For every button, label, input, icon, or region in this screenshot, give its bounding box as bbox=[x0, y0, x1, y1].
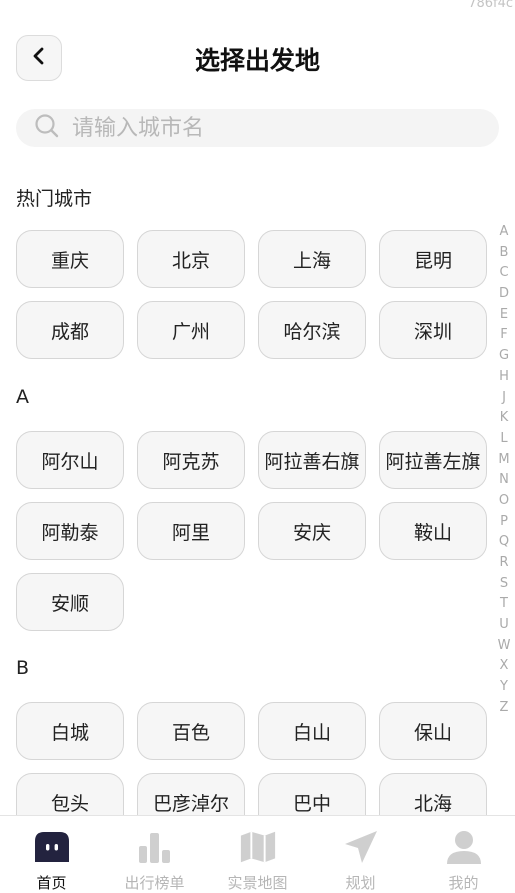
tab-live-map[interactable]: 实景地图 bbox=[206, 816, 309, 893]
navigation-icon bbox=[342, 828, 380, 866]
city-button[interactable]: 安顺 bbox=[16, 573, 124, 631]
page-title: 选择出发地 bbox=[194, 46, 320, 75]
index-letter[interactable]: T bbox=[500, 594, 508, 615]
city-button[interactable]: 北海 bbox=[379, 773, 487, 815]
index-letter[interactable]: P bbox=[500, 512, 508, 533]
city-button[interactable]: 深圳 bbox=[379, 301, 487, 359]
city-button[interactable]: 巴彦淖尔 bbox=[137, 773, 245, 815]
tab-label: 规划 bbox=[345, 874, 376, 892]
index-letter[interactable]: N bbox=[499, 470, 509, 491]
section-b-grid: 白城 百色 白山 保山 包头 巴彦淖尔 巴中 北海 bbox=[16, 702, 488, 815]
index-letter[interactable]: Y bbox=[500, 677, 508, 698]
user-icon bbox=[445, 828, 483, 866]
search-icon bbox=[34, 113, 60, 143]
city-button[interactable]: 阿勒泰 bbox=[16, 502, 124, 560]
index-letter[interactable]: S bbox=[500, 574, 508, 595]
city-list[interactable]: 热门城市 重庆 北京 上海 昆明 成都 广州 哈尔滨 深圳 A 阿尔山 阿克苏 … bbox=[0, 160, 515, 815]
city-button[interactable]: 鞍山 bbox=[379, 502, 487, 560]
bottom-tab-bar: 首页 出行榜单 实景地图 规划 我的 bbox=[0, 815, 515, 893]
tab-home[interactable]: 首页 bbox=[0, 816, 103, 893]
index-letter[interactable]: U bbox=[499, 615, 509, 636]
hot-cities-title: 热门城市 bbox=[16, 188, 93, 210]
search-input[interactable] bbox=[72, 115, 452, 141]
city-button[interactable]: 广州 bbox=[137, 301, 245, 359]
city-button[interactable]: 阿拉善左旗 bbox=[379, 431, 487, 489]
city-button[interactable]: 包头 bbox=[16, 773, 124, 815]
bar-chart-icon bbox=[136, 828, 174, 866]
index-letter[interactable]: R bbox=[499, 553, 508, 574]
city-button[interactable]: 阿里 bbox=[137, 502, 245, 560]
tab-label: 实景地图 bbox=[227, 874, 288, 892]
index-letter[interactable]: F bbox=[500, 325, 507, 346]
city-button[interactable]: 白山 bbox=[258, 702, 366, 760]
section-letter-a: A bbox=[16, 386, 29, 408]
section-a-grid: 阿尔山 阿克苏 阿拉善右旗 阿拉善左旗 阿勒泰 阿里 安庆 鞍山 安顺 bbox=[16, 431, 488, 631]
index-letter[interactable]: E bbox=[500, 305, 508, 326]
city-button[interactable]: 阿尔山 bbox=[16, 431, 124, 489]
index-letter[interactable]: J bbox=[502, 388, 506, 409]
city-button[interactable]: 北京 bbox=[137, 230, 245, 288]
tab-label: 首页 bbox=[36, 874, 67, 892]
city-button[interactable]: 成都 bbox=[16, 301, 124, 359]
alphabet-index[interactable]: A B C D E F G H J K L M N O P Q R S T U … bbox=[496, 222, 512, 719]
index-letter[interactable]: W bbox=[498, 636, 511, 657]
build-id-label: 786f4c bbox=[468, 0, 513, 11]
index-letter[interactable]: H bbox=[499, 367, 509, 388]
hot-cities-grid: 重庆 北京 上海 昆明 成都 广州 哈尔滨 深圳 bbox=[16, 230, 488, 359]
tab-profile[interactable]: 我的 bbox=[412, 816, 515, 893]
index-letter[interactable]: Q bbox=[499, 532, 509, 553]
city-button[interactable]: 白城 bbox=[16, 702, 124, 760]
map-icon bbox=[239, 828, 277, 866]
city-button[interactable]: 百色 bbox=[137, 702, 245, 760]
city-button[interactable]: 阿克苏 bbox=[137, 431, 245, 489]
tab-rankings[interactable]: 出行榜单 bbox=[103, 816, 206, 893]
city-button[interactable]: 巴中 bbox=[258, 773, 366, 815]
index-letter[interactable]: L bbox=[500, 429, 507, 450]
home-icon bbox=[33, 828, 71, 866]
tab-planning[interactable]: 规划 bbox=[309, 816, 412, 893]
index-letter[interactable]: C bbox=[499, 263, 508, 284]
index-letter[interactable]: B bbox=[500, 243, 509, 264]
index-letter[interactable]: D bbox=[499, 284, 509, 305]
city-button[interactable]: 哈尔滨 bbox=[258, 301, 366, 359]
tab-label: 我的 bbox=[448, 874, 479, 892]
city-button[interactable]: 阿拉善右旗 bbox=[258, 431, 366, 489]
city-button[interactable]: 重庆 bbox=[16, 230, 124, 288]
index-letter[interactable]: A bbox=[500, 222, 509, 243]
section-letter-b: B bbox=[16, 657, 30, 679]
search-bar[interactable] bbox=[16, 109, 499, 147]
tab-label: 出行榜单 bbox=[124, 874, 185, 892]
city-button[interactable]: 安庆 bbox=[258, 502, 366, 560]
index-letter[interactable]: O bbox=[499, 491, 509, 512]
index-letter[interactable]: Z bbox=[500, 698, 509, 719]
index-letter[interactable]: G bbox=[499, 346, 509, 367]
city-button[interactable]: 昆明 bbox=[379, 230, 487, 288]
header: 选择出发地 bbox=[0, 35, 515, 81]
city-button[interactable]: 保山 bbox=[379, 702, 487, 760]
city-button[interactable]: 上海 bbox=[258, 230, 366, 288]
index-letter[interactable]: M bbox=[498, 450, 509, 471]
index-letter[interactable]: X bbox=[500, 656, 509, 677]
index-letter[interactable]: K bbox=[500, 408, 509, 429]
